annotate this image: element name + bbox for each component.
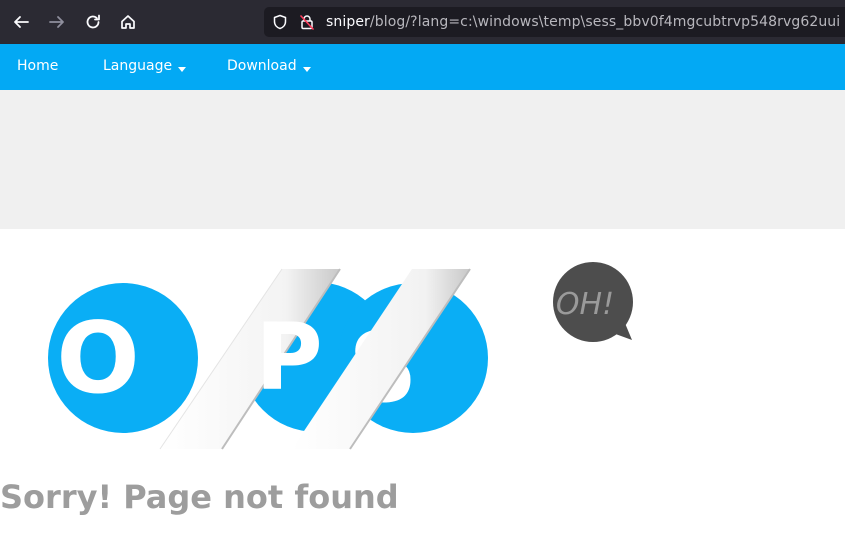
url-path: /blog/?lang=c:\windows\temp\sess_bbv0f4m… — [369, 14, 841, 30]
home-icon — [121, 15, 135, 29]
nav-download-dropdown[interactable]: Download — [227, 58, 311, 74]
reload-icon — [86, 14, 100, 29]
forward-button[interactable] — [45, 10, 69, 34]
shield-icon[interactable] — [272, 14, 288, 30]
ops-illustration: O S P — [48, 268, 488, 450]
letter-o: O — [56, 302, 139, 416]
header-banner — [0, 90, 845, 229]
url-text: sniper/blog/?lang=c:\windows\temp\sess_b… — [326, 14, 840, 30]
reload-button[interactable] — [81, 10, 105, 34]
site-navbar: Home Language Download — [0, 44, 845, 90]
forward-arrow-icon — [49, 16, 64, 28]
nav-download-label: Download — [227, 58, 297, 74]
oh-speech-bubble: OH! — [553, 262, 633, 342]
caret-down-icon — [178, 66, 187, 72]
nav-home-link[interactable]: Home — [17, 58, 58, 74]
page-title: Sorry! Page not found — [0, 478, 399, 516]
nav-home-label: Home — [17, 58, 59, 74]
back-button[interactable] — [9, 10, 33, 34]
back-arrow-icon — [14, 16, 29, 28]
address-bar[interactable]: sniper/blog/?lang=c:\windows\temp\sess_b… — [264, 7, 845, 37]
home-button[interactable] — [116, 10, 140, 34]
insecure-lock-icon[interactable] — [299, 14, 315, 30]
url-host: sniper — [326, 14, 370, 30]
browser-toolbar: sniper/blog/?lang=c:\windows\temp\sess_b… — [0, 0, 845, 44]
caret-down-icon — [302, 66, 311, 72]
nav-language-dropdown[interactable]: Language — [103, 58, 187, 74]
letter-p: P — [255, 304, 322, 411]
oh-text: OH! — [556, 287, 614, 322]
nav-language-label: Language — [103, 58, 173, 74]
